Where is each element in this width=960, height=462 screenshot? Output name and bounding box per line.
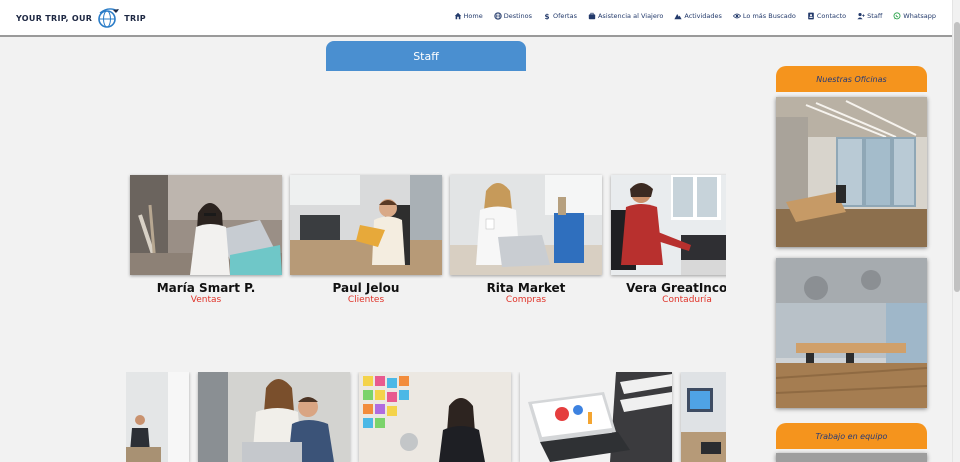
nav-actividades-label: Actividades bbox=[684, 12, 722, 20]
team-photo bbox=[520, 372, 672, 462]
nav-ofertas-label: Ofertas bbox=[552, 12, 577, 20]
nav-asistencia[interactable]: Asistencia al Viajero bbox=[588, 12, 663, 20]
team-photo bbox=[359, 372, 511, 462]
briefcase-icon bbox=[588, 12, 596, 20]
contact-card-icon bbox=[808, 12, 814, 20]
staff-card[interactable]: Vera GreatIncome Contaduría bbox=[611, 175, 726, 305]
nav-whatsapp[interactable]: Whatsapp bbox=[893, 12, 936, 20]
nav-asistencia-label: Asistencia al Viajero bbox=[597, 12, 664, 20]
staff-name: María Smart P. bbox=[156, 281, 256, 295]
staff-role: Ventas bbox=[190, 295, 222, 305]
staff-role: Contaduría bbox=[662, 295, 712, 305]
staff-photo bbox=[130, 175, 282, 275]
staff-carousel[interactable]: María Smart P. Ventas Paul Jelou Cliente… bbox=[126, 172, 726, 312]
team-photo bbox=[681, 372, 726, 462]
team-photo bbox=[126, 372, 189, 462]
offices-section-title: Nuestras Oficinas bbox=[776, 66, 927, 92]
team-work-photo bbox=[776, 453, 927, 462]
globe-airplane-icon bbox=[98, 8, 120, 28]
staff-name: Rita Market bbox=[486, 281, 566, 295]
nav-ofertas[interactable]: $ Ofertas bbox=[543, 12, 577, 20]
office-photo bbox=[776, 258, 927, 408]
team-photo-carousel[interactable] bbox=[126, 372, 726, 462]
nav-actividades[interactable]: Actividades bbox=[674, 12, 722, 20]
nav-mas-buscado-label: Lo más Buscado bbox=[742, 12, 796, 20]
nav-whatsapp-label: Whatsapp bbox=[903, 12, 936, 20]
staff-section-title: Staff bbox=[326, 41, 526, 71]
dollar-icon: $ bbox=[544, 12, 549, 20]
nav-contacto-label: Contacto bbox=[816, 12, 847, 20]
nav-home-label: Home bbox=[463, 12, 483, 20]
nav-staff[interactable]: Staff bbox=[857, 12, 882, 20]
staff-role: Compras bbox=[505, 295, 547, 305]
office-photo bbox=[776, 97, 927, 247]
svg-text:$: $ bbox=[544, 12, 549, 20]
staff-photo bbox=[611, 175, 726, 275]
scrollbar-thumb[interactable] bbox=[954, 22, 960, 292]
nav-destinos[interactable]: Destinos bbox=[494, 12, 532, 20]
whatsapp-icon bbox=[893, 12, 901, 20]
team-work-section-title: Trabajo en equipo bbox=[776, 423, 927, 449]
nav-destinos-label: Destinos bbox=[503, 12, 532, 20]
page-scrollbar[interactable] bbox=[952, 0, 960, 462]
team-photo bbox=[198, 372, 350, 462]
staff-photo bbox=[450, 175, 602, 275]
nav-staff-label: Staff bbox=[867, 12, 883, 20]
brand-text-right: TRIP bbox=[124, 13, 146, 23]
nav-mas-buscado[interactable]: Lo más Buscado bbox=[732, 12, 796, 20]
nav-contacto[interactable]: Contacto bbox=[807, 12, 846, 20]
eye-icon bbox=[732, 13, 741, 19]
globe-icon bbox=[494, 12, 502, 20]
mountain-icon bbox=[674, 14, 682, 20]
brand-logo[interactable]: YOUR TRIP, OUR TRIP bbox=[16, 7, 146, 29]
nav-home[interactable]: Home bbox=[454, 12, 483, 20]
staff-photo bbox=[290, 175, 442, 275]
staff-card[interactable]: María Smart P. Ventas bbox=[130, 175, 282, 305]
user-plus-icon bbox=[857, 12, 865, 20]
main-nav: Home Destinos $ Ofertas Asistencia al Vi… bbox=[454, 12, 936, 20]
brand-text-left: YOUR TRIP, OUR bbox=[16, 13, 93, 23]
staff-name: Vera GreatIncome bbox=[626, 281, 726, 295]
staff-card[interactable]: Rita Market Compras bbox=[450, 175, 602, 305]
staff-role: Clientes bbox=[347, 295, 385, 305]
top-navbar: YOUR TRIP, OUR TRIP Home Destinos $ Ofer… bbox=[0, 0, 952, 37]
staff-card[interactable]: Paul Jelou Clientes bbox=[290, 175, 442, 305]
home-icon bbox=[454, 12, 461, 20]
staff-name: Paul Jelou bbox=[332, 281, 400, 295]
